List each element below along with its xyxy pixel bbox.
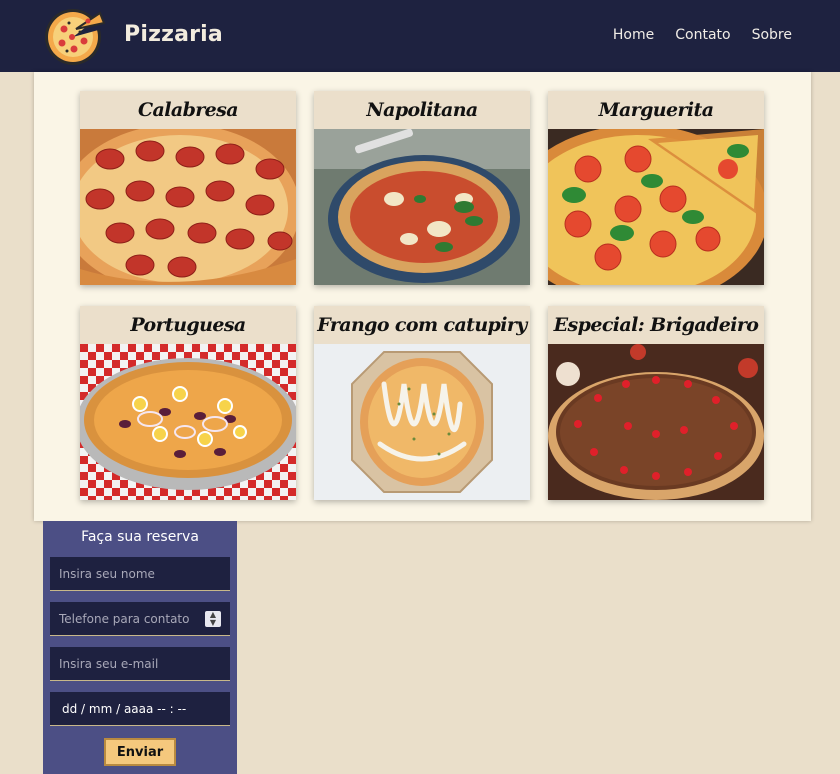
top-navbar: Pizzaria Home Contato Sobre: [0, 0, 840, 72]
pizza-image-marguerita: [548, 129, 764, 285]
pizza-image-calabresa: [80, 129, 296, 285]
phone-input-placeholder: Telefone para contato: [59, 611, 190, 626]
nav-link-contato[interactable]: Contato: [675, 27, 730, 43]
pizza-image-frango-catupiry: [314, 344, 530, 500]
pizza-card-title: Calabresa: [138, 99, 239, 121]
pizza-image-napolitana: [314, 129, 530, 285]
name-input[interactable]: Insira seu nome: [50, 557, 230, 591]
pizza-card-title: Napolitana: [366, 99, 478, 121]
pizza-card-portuguesa[interactable]: Portuguesa: [80, 306, 296, 500]
pizza-card-brigadeiro[interactable]: Especial: Brigadeiro: [548, 306, 764, 500]
phone-input[interactable]: Telefone para contato ▲ ▼: [50, 602, 230, 636]
pizza-image-brigadeiro: [548, 344, 764, 500]
reservation-title: Faça sua reserva: [81, 529, 199, 545]
nav-link-home[interactable]: Home: [613, 27, 654, 43]
pizza-menu: Calabresa Napolitana Marguerita Portugue…: [34, 72, 811, 521]
pizza-card-calabresa[interactable]: Calabresa: [80, 91, 296, 285]
pizza-card-frango-catupiry[interactable]: Frango com catupiry: [314, 306, 530, 500]
brand-title: Pizzaria: [124, 22, 223, 47]
pizza-card-marguerita[interactable]: Marguerita: [548, 91, 764, 285]
main-nav: Home Contato Sobre: [613, 27, 792, 43]
email-input[interactable]: Insira seu e-mail: [50, 647, 230, 681]
submit-button[interactable]: Enviar: [104, 738, 176, 766]
pizza-card-title: Especial: Brigadeiro: [553, 314, 759, 336]
number-stepper-icon[interactable]: ▲ ▼: [205, 611, 221, 627]
nav-link-sobre[interactable]: Sobre: [752, 27, 792, 43]
reservation-form: Faça sua reserva Insira seu nome Telefon…: [43, 521, 237, 774]
pizza-image-portuguesa: [80, 344, 296, 500]
datetime-input[interactable]: dd / mm / aaaa -- : --: [50, 692, 230, 726]
pizza-logo-icon[interactable]: [42, 7, 106, 65]
pizza-card-napolitana[interactable]: Napolitana: [314, 91, 530, 285]
pizza-card-title: Portuguesa: [130, 314, 246, 336]
pizza-card-title: Frango com catupiry: [317, 314, 527, 336]
pizza-card-title: Marguerita: [598, 99, 714, 121]
